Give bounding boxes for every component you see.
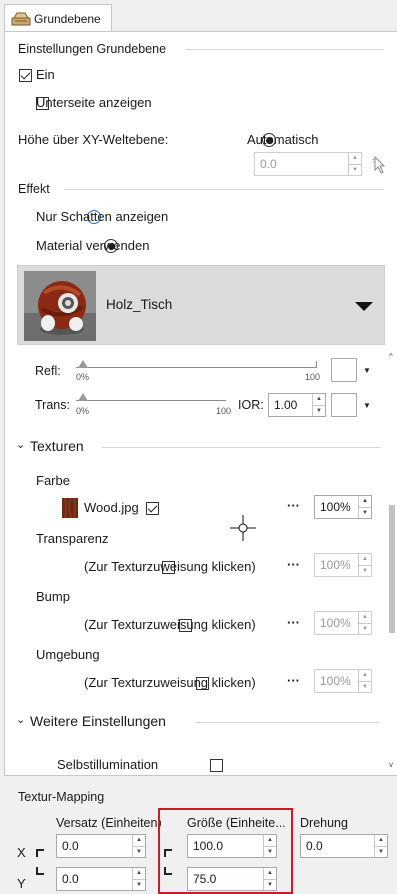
texture-title-color: Farbe	[36, 473, 70, 488]
y-offset-spinbox[interactable]: 0.0 ▲ ▼	[56, 867, 146, 891]
mapping-col-offset: Versatz (Einheiten)	[56, 816, 162, 830]
tab-label: Grundebene	[34, 11, 101, 26]
pick-cursor-icon[interactable]	[372, 156, 386, 174]
material-preview-icon	[24, 271, 96, 341]
material-name: Holz_Tisch	[106, 297, 173, 312]
trans-color-dropdown-icon[interactable]: ▼	[363, 401, 371, 410]
shadow-only-label: Nur Schatten anzeigen	[36, 209, 169, 224]
y-offset-arrows[interactable]: ▲ ▼	[132, 868, 145, 890]
x-rotation-arrows[interactable]: ▲ ▼	[374, 835, 387, 857]
size-column-highlight	[158, 808, 293, 894]
texture-color-percent-arrows[interactable]: ▲ ▼	[358, 496, 371, 518]
texture-title-bump: Bump	[36, 589, 70, 604]
x-offset-value: 0.0	[62, 839, 79, 853]
x-offset-spinbox[interactable]: 0.0 ▲ ▼	[56, 834, 146, 858]
mapping-col-rotation: Drehung	[300, 816, 348, 830]
section-divider	[64, 189, 384, 190]
effect-heading: Effekt	[18, 182, 50, 196]
refl-slider-track[interactable]	[76, 367, 316, 368]
more-settings-heading[interactable]: Weitere Einstellungen	[30, 713, 166, 729]
texture-environment-browse-button[interactable]: ···	[287, 673, 300, 688]
height-spin-arrows[interactable]: ▲ ▼	[348, 153, 361, 175]
trans-slider-thumb[interactable]	[78, 393, 88, 401]
self-illumination-label: Selbstillumination	[57, 757, 159, 772]
refl-track-end	[316, 361, 317, 368]
x-offset-arrows[interactable]: ▲ ▼	[132, 835, 145, 857]
texture-color-percent-spinbox[interactable]: 100% ▲ ▼	[314, 495, 372, 519]
ior-value: 1.00	[274, 398, 298, 412]
more-settings-collapse-chevron-icon[interactable]: ⌄	[16, 713, 25, 726]
mapping-y-label: Y	[17, 876, 26, 891]
texture-color-browse-button[interactable]: ···	[287, 498, 300, 513]
offset-link-top-icon[interactable]	[34, 846, 46, 858]
refl-color-dropdown-icon[interactable]: ▼	[363, 366, 371, 375]
ior-label: IOR:	[238, 398, 264, 412]
on-label: Ein	[36, 67, 55, 82]
mapping-x-label: X	[17, 845, 26, 860]
tab-grundebene[interactable]: Grundebene	[4, 4, 112, 32]
textures-collapse-chevron-icon[interactable]: ⌄	[16, 438, 25, 451]
texture-bump-percent-spinbox[interactable]: 100% ▲ ▼	[314, 611, 372, 635]
ior-spin-arrows[interactable]: ▲ ▼	[312, 394, 325, 416]
texture-transparency-browse-button[interactable]: ···	[287, 557, 300, 572]
texture-color-file[interactable]: Wood.jpg	[84, 500, 139, 515]
height-label: Höhe über XY-Weltebene:	[18, 132, 169, 147]
texture-environment-percent-arrows[interactable]: ▲ ▼	[358, 670, 371, 692]
texture-color-checkbox[interactable]	[145, 502, 159, 515]
x-rotation-spinbox[interactable]: 0.0 ▲ ▼	[300, 834, 388, 858]
texture-title-transparency: Transparenz	[36, 531, 109, 546]
use-material-label: Material verwenden	[36, 238, 150, 253]
texture-transparency-percent: 100%	[320, 558, 351, 572]
settings-heading: Einstellungen Grundebene	[18, 42, 167, 56]
on-checkbox[interactable]	[19, 69, 32, 82]
x-rotation-value: 0.0	[306, 839, 323, 853]
underside-label: Unterseite anzeigen	[36, 95, 152, 110]
texture-transparency-percent-arrows[interactable]: ▲ ▼	[358, 554, 371, 576]
height-spinbox[interactable]: 0.0 ▲ ▼	[254, 152, 362, 176]
material-selector[interactable]: Holz_Tisch	[17, 265, 385, 345]
texture-color-percent: 100%	[320, 500, 351, 514]
section-divider	[195, 722, 380, 723]
refl-label: Refl:	[35, 364, 61, 378]
crosshair-cursor-icon	[230, 515, 256, 541]
trans-max-label: 100	[216, 406, 232, 416]
texture-environment-percent-spinbox[interactable]: 100% ▲ ▼	[314, 669, 372, 693]
trans-min-label: 0%	[76, 406, 90, 416]
texture-environment-file[interactable]: (Zur Texturzuweisung klicken)	[84, 675, 256, 690]
scroll-down-arrow-icon[interactable]: v	[389, 760, 393, 769]
scrollbar-thumb[interactable]	[389, 505, 395, 633]
texture-bump-file[interactable]: (Zur Texturzuweisung klicken)	[84, 617, 256, 632]
texture-transparency-file[interactable]: (Zur Texturzuweisung klicken)	[84, 559, 256, 574]
texture-bump-browse-button[interactable]: ···	[287, 615, 300, 630]
texture-transparency-percent-spinbox[interactable]: 100% ▲ ▼	[314, 553, 372, 577]
trans-label: Trans:	[35, 398, 70, 412]
offset-link-bottom-icon[interactable]	[34, 866, 46, 878]
section-divider	[102, 447, 380, 448]
material-dropdown-arrow-icon[interactable]	[355, 302, 373, 311]
trans-color-swatch[interactable]	[331, 393, 357, 417]
texture-environment-percent: 100%	[320, 674, 351, 688]
refl-slider-thumb[interactable]	[78, 360, 88, 368]
texture-title-environment: Umgebung	[36, 647, 100, 662]
mapping-heading: Textur-Mapping	[18, 790, 105, 804]
refl-color-swatch[interactable]	[331, 358, 357, 382]
auto-height-label: Automatisch	[247, 132, 319, 147]
refl-min-label: 0%	[76, 372, 90, 382]
texture-bump-percent: 100%	[320, 616, 351, 630]
scroll-up-arrow-icon[interactable]: ^	[389, 352, 393, 361]
ground-plane-icon	[11, 12, 31, 25]
section-divider	[186, 49, 384, 50]
wood-texture-icon	[62, 498, 78, 518]
height-value: 0.0	[260, 157, 277, 171]
texture-bump-percent-arrows[interactable]: ▲ ▼	[358, 612, 371, 634]
self-illumination-checkbox[interactable]	[210, 759, 224, 772]
ior-spinbox[interactable]: 1.00 ▲ ▼	[268, 393, 326, 417]
trans-slider-track[interactable]	[76, 400, 226, 401]
refl-max-label: 100	[305, 372, 321, 382]
y-offset-value: 0.0	[62, 872, 79, 886]
textures-heading[interactable]: Texturen	[30, 438, 84, 454]
